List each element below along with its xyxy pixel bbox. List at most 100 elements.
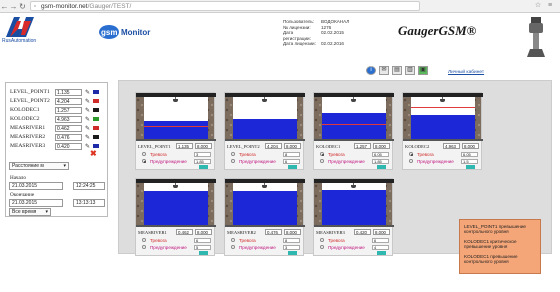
alarm-level-input[interactable]: 3 — [194, 152, 211, 157]
mode-select[interactable]: Расстояние м — [9, 162, 69, 170]
apply-button[interactable] — [199, 251, 208, 255]
tank-value: 0.476 — [265, 229, 282, 235]
warning-label: Предупреждение — [417, 159, 454, 164]
start-time-input[interactable]: 12:24:25 — [73, 182, 105, 190]
water-level — [322, 190, 386, 225]
tank-value: 0.462 — [176, 229, 193, 235]
browser-toolbar: ← → ↻ ▫ gsm-monitor.net/Gauger/TEST/ ☆ ≡ — [0, 0, 560, 13]
warning-level-input[interactable]: 4 — [372, 245, 389, 250]
back-icon[interactable]: ← — [0, 1, 9, 12]
edit-icon[interactable]: ✎ — [85, 107, 92, 114]
chart-icon[interactable]: ▥ — [405, 66, 415, 75]
tank-floor — [225, 225, 305, 227]
warning-radio[interactable] — [320, 159, 324, 163]
sensor-value: 1.135 — [55, 88, 82, 96]
start-date-input[interactable]: 21.03.2015 — [9, 182, 63, 190]
color-swatch — [93, 117, 99, 121]
color-swatch — [93, 108, 99, 112]
warning-level-input[interactable]: 6 — [283, 159, 300, 164]
edit-icon[interactable]: ✎ — [85, 125, 92, 132]
alarm-radio[interactable] — [142, 152, 146, 156]
alarm-level-input[interactable]: 6.05 — [372, 152, 389, 157]
tank-threshold[interactable]: 8.000 — [462, 143, 479, 149]
alarm-level-input[interactable]: 8 — [283, 238, 300, 243]
alarm-level-input[interactable]: 8 — [283, 152, 300, 157]
menu-icon[interactable]: ≡ — [546, 2, 554, 10]
image-icon[interactable]: ▣ — [418, 66, 428, 75]
edit-icon[interactable]: ✎ — [85, 116, 92, 123]
sensor-name[interactable]: LEVEL_POINT2 — [10, 98, 55, 104]
water-level — [411, 115, 475, 139]
tank-threshold[interactable]: 8.000 — [284, 229, 301, 235]
probe-icon — [173, 185, 178, 188]
warning-level-input[interactable]: 3 — [283, 245, 300, 250]
sensor-name[interactable]: LEVEL_POINT1 — [10, 89, 55, 95]
alarm-radio[interactable] — [142, 238, 146, 242]
alarm-level-input[interactable]: 6 — [372, 238, 389, 243]
sensor-name[interactable]: MEASRIVER2 — [10, 134, 55, 140]
tank-threshold[interactable]: 8.000 — [195, 143, 212, 149]
warning-radio[interactable] — [320, 245, 324, 249]
sensor-name[interactable]: MEASRIVER1 — [10, 125, 55, 131]
cabinet-link[interactable]: Личный кабинет — [448, 70, 484, 75]
alarm-level-input[interactable]: 6.05 — [461, 152, 478, 157]
sensor-name[interactable]: KOLODEC1 — [10, 107, 55, 113]
alarm-radio[interactable] — [409, 152, 413, 156]
info-label: Дата лицензии: — [283, 41, 316, 47]
tank-threshold[interactable]: 8.000 — [373, 229, 390, 235]
warning-radio[interactable] — [231, 159, 235, 163]
warning-level-input[interactable]: 1.5 — [461, 159, 478, 164]
warning-radio[interactable] — [142, 159, 146, 163]
apply-button[interactable] — [199, 165, 208, 169]
tank-name: MEASRIVER3 — [316, 230, 345, 235]
tank-threshold[interactable]: 8.000 — [373, 143, 390, 149]
alarm-line — [322, 124, 386, 125]
brand-title: GaugerGSM® — [398, 23, 477, 38]
end-time-input[interactable]: 13:13:13 — [73, 199, 105, 207]
soil-wall — [136, 183, 144, 225]
alarm-radio[interactable] — [231, 152, 235, 156]
tank-threshold[interactable]: 8.000 — [195, 229, 212, 235]
tank-threshold[interactable]: 8.000 — [284, 143, 301, 149]
warning-level-input[interactable]: 1.85 — [372, 159, 389, 164]
warning-radio[interactable] — [409, 159, 413, 163]
alarm-label: Тревога — [150, 238, 167, 243]
warning-level-input[interactable]: 1.85 — [194, 159, 211, 164]
apply-button[interactable] — [288, 165, 297, 169]
end-label: Окончание — [10, 192, 35, 198]
tank-widget: MEASRIVER2 0.476 8.000 Тревога Предупреж… — [224, 178, 305, 256]
sensor-name[interactable]: MEASRIVER3 — [10, 143, 55, 149]
apply-button[interactable] — [288, 251, 297, 255]
tank-body — [144, 183, 208, 225]
gsm-monitor-logo-icon: gsm Monitor — [99, 25, 150, 39]
table-icon[interactable]: ▤ — [392, 66, 402, 75]
end-date-input[interactable]: 21.03.2015 — [9, 199, 63, 207]
alarm-radio[interactable] — [320, 152, 324, 156]
alarm-label: Тревога — [328, 152, 345, 157]
edit-icon[interactable]: ✎ — [85, 98, 92, 105]
apply-button[interactable] — [377, 251, 386, 255]
edit-icon[interactable]: ✎ — [85, 134, 92, 141]
warning-level-input[interactable]: 5 — [194, 245, 211, 250]
apply-button[interactable] — [377, 165, 386, 169]
sensor-name[interactable]: KOLODEC2 — [10, 116, 55, 122]
info-icon[interactable]: i — [366, 66, 376, 75]
address-bar[interactable]: ▫ gsm-monitor.net/Gauger/TEST/ — [30, 1, 420, 11]
star-icon[interactable]: ☆ — [534, 2, 542, 10]
level-sensor-icon — [527, 17, 545, 57]
warning-radio[interactable] — [231, 245, 235, 249]
delete-icon[interactable]: ✖ — [90, 149, 97, 158]
warning-radio[interactable] — [142, 245, 146, 249]
reload-icon[interactable]: ↻ — [18, 1, 27, 12]
apply-button[interactable] — [466, 165, 475, 169]
sensor-row: KOLODEC1 1.257 ✎ — [10, 106, 99, 114]
mail-icon[interactable]: ✉ — [379, 66, 389, 75]
edit-icon[interactable]: ✎ — [85, 89, 92, 96]
forward-icon[interactable]: → — [9, 1, 18, 12]
alarm-radio[interactable] — [231, 238, 235, 242]
alarm-level-input[interactable]: 6 — [194, 238, 211, 243]
alarm-radio[interactable] — [320, 238, 324, 242]
sensor-value: 0.476 — [55, 133, 82, 141]
range-select[interactable]: Все время — [9, 208, 51, 216]
alert-message: KOLODEC1 критическое превышение уровня — [464, 238, 517, 250]
